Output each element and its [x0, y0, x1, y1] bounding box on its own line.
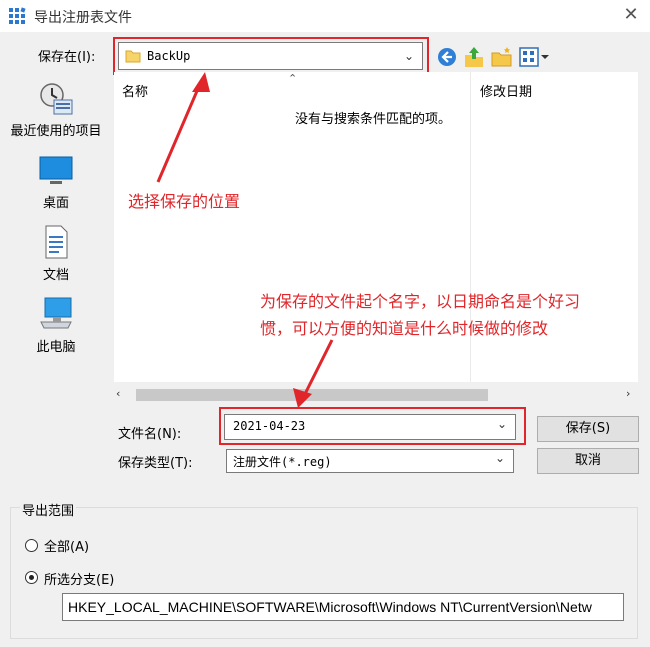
radio-selected-branch[interactable] [25, 571, 38, 584]
filename-input[interactable]: 2021-04-23 ⌄ [224, 414, 516, 440]
annotation-arrow-folder [156, 83, 202, 183]
radio-all[interactable] [25, 539, 38, 552]
branch-path-input[interactable]: HKEY_LOCAL_MACHINE\SOFTWARE\Microsoft\Wi… [62, 593, 624, 621]
annotation-arrowhead-filename [293, 388, 312, 408]
filename-value: 2021-04-23 [233, 419, 306, 433]
filetype-value: 注册文件(*.reg) [233, 455, 332, 469]
filetype-dropdown[interactable]: 注册文件(*.reg) ⌄ [226, 449, 514, 473]
radio-branch-label[interactable]: 所选分支(E) [44, 569, 114, 588]
save-button[interactable]: 保存(S) [537, 416, 639, 442]
export-range-title: 导出范围 [20, 500, 77, 519]
radio-all-label[interactable]: 全部(A) [44, 536, 89, 555]
filename-label: 文件名(N): [118, 427, 182, 442]
chevron-down-icon: ⌄ [494, 451, 505, 465]
chevron-down-icon[interactable]: ⌄ [497, 417, 507, 431]
cancel-button[interactable]: 取消 [537, 448, 639, 474]
filetype-label: 保存类型(T): [118, 456, 193, 471]
annotation-arrow-filename [302, 339, 334, 397]
branch-path-value: HKEY_LOCAL_MACHINE\SOFTWARE\Microsoft\Wi… [68, 599, 592, 615]
annotation-arrowhead-folder [192, 72, 210, 92]
